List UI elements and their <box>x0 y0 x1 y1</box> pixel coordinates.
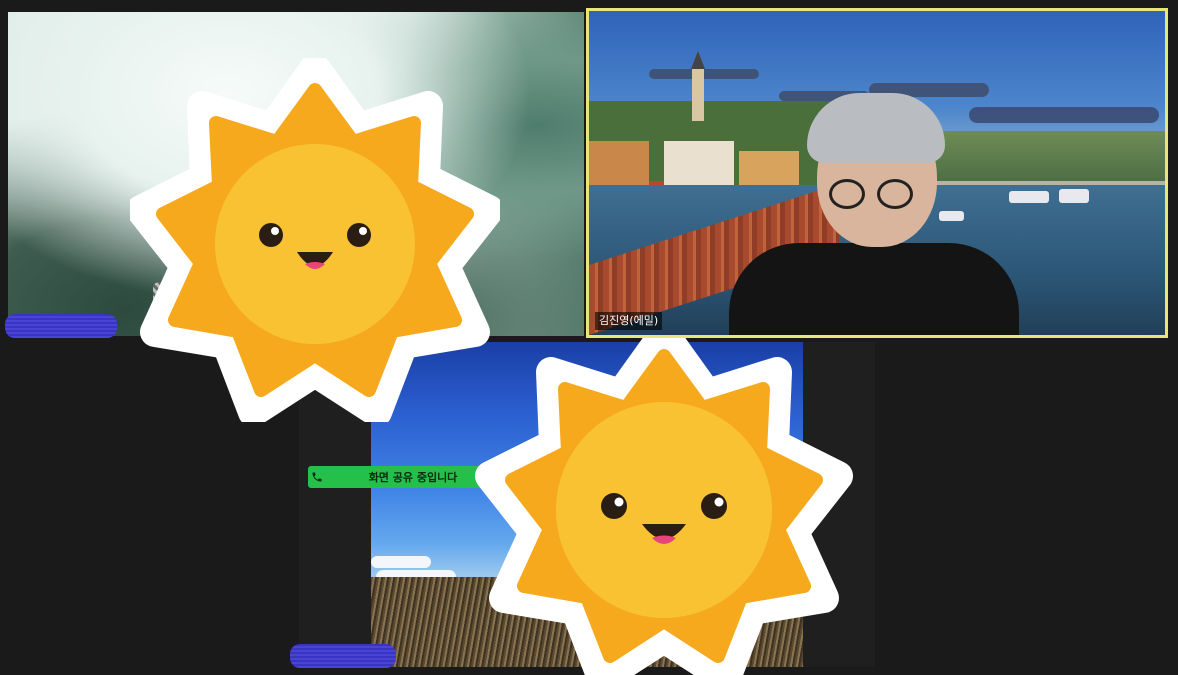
glasses-left <box>829 179 865 209</box>
sun-sticker <box>130 58 500 422</box>
sun-sticker <box>475 338 853 675</box>
participant-name-redacted <box>290 644 396 668</box>
person-hair <box>807 93 945 163</box>
glasses-right <box>877 179 913 209</box>
person-body <box>729 243 1019 335</box>
participant-name-redacted <box>5 314 117 338</box>
phone-icon[interactable] <box>308 468 326 486</box>
cloud <box>649 69 759 79</box>
church-spire <box>691 51 705 69</box>
participant-name-label: 김진영(에밀) <box>595 312 663 330</box>
boat <box>1059 189 1089 203</box>
boat <box>1009 191 1049 203</box>
video-gallery: 김진영(에밀) 화면 공유 중입니다 <box>0 0 1178 675</box>
cloud <box>969 107 1159 123</box>
far-bank <box>909 131 1165 181</box>
cloud <box>371 556 431 568</box>
participant-tile-active-speaker[interactable]: 김진영(에밀) <box>586 8 1168 338</box>
boat <box>939 211 964 221</box>
church-tower <box>692 66 704 121</box>
